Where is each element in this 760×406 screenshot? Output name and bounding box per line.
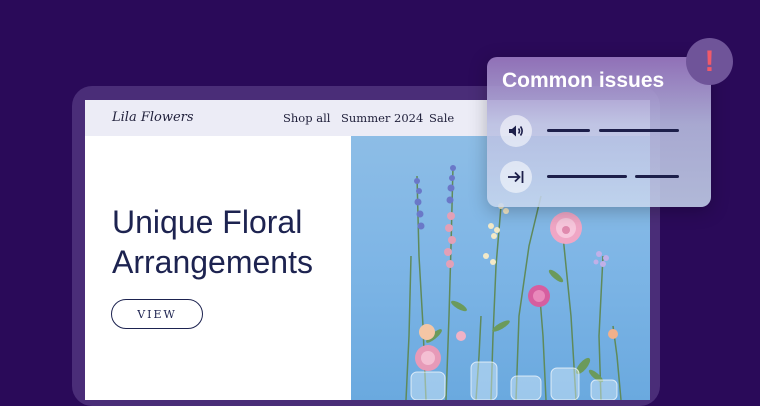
alert-mark: ! [704, 44, 715, 78]
issue-line [635, 175, 679, 178]
issue-line [547, 175, 627, 178]
issue-line [547, 129, 590, 132]
issue-line [599, 129, 679, 132]
view-button[interactable]: VIEW [111, 299, 203, 329]
hero-title: Unique Floral Arrangements [112, 204, 313, 280]
nav-shop-all[interactable]: Shop all [283, 111, 330, 125]
issue-row-tab[interactable] [500, 161, 700, 193]
brand-logo[interactable]: Lila Flowers [112, 110, 194, 125]
panel-title: Common issues [502, 69, 665, 92]
nav-summer-2024[interactable]: Summer 2024 [341, 111, 423, 125]
speaker-icon [500, 115, 532, 147]
alert-icon: ! [686, 38, 733, 85]
tab-arrow-icon [500, 161, 532, 193]
common-issues-panel: Common issues [487, 57, 711, 207]
nav-sale[interactable]: Sale [429, 111, 454, 125]
issue-row-audio[interactable] [500, 115, 700, 147]
